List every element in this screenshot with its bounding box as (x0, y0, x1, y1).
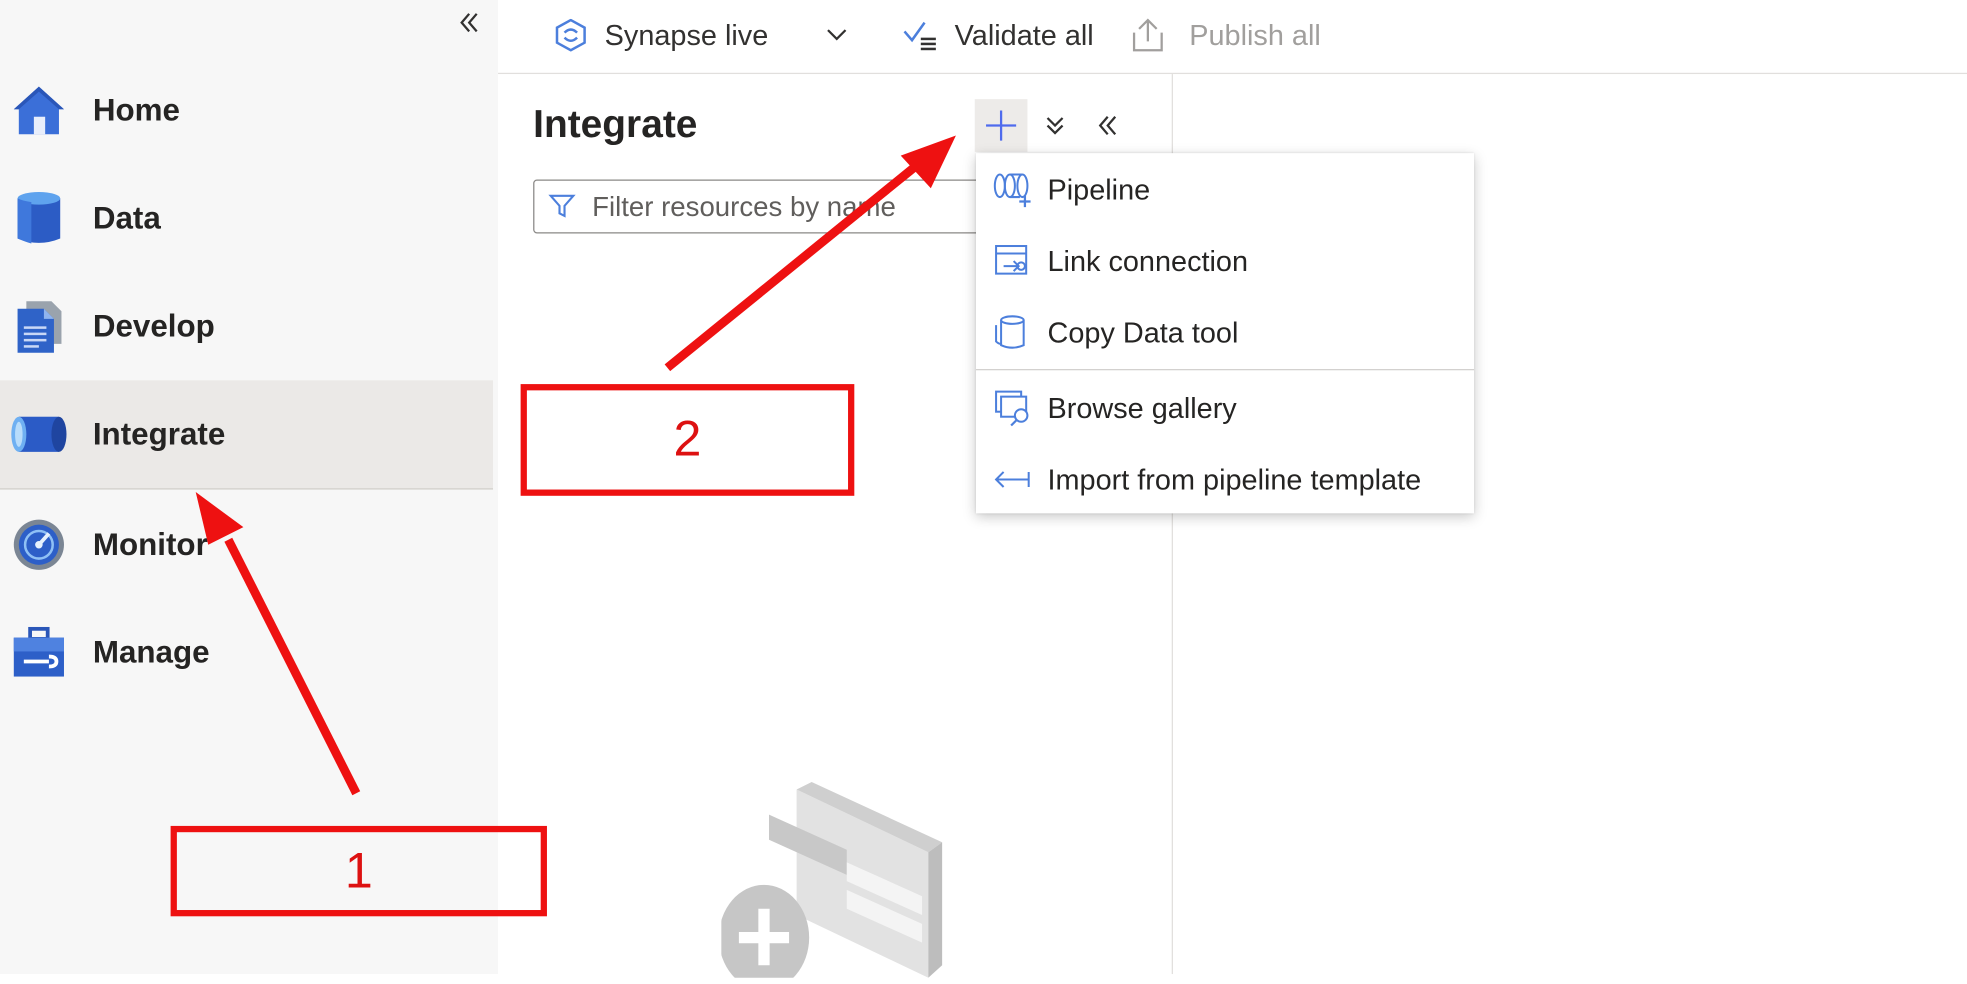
collapse-nav-icon[interactable] (454, 8, 484, 38)
double-chevron-down-icon (1046, 117, 1064, 135)
nav-label-develop: Develop (92, 308, 215, 344)
database-icon (10, 190, 68, 248)
pipeline-icon (991, 168, 1034, 211)
top-toolbar: Synapse live Validate all Publish all (498, 0, 1967, 75)
nav-item-develop[interactable]: Develop (0, 272, 493, 380)
collapse-panel-button[interactable] (1081, 99, 1134, 152)
publish-all-label: Publish all (1189, 18, 1321, 51)
add-new-resource-button[interactable] (974, 99, 1028, 152)
nav-label-home: Home (92, 92, 180, 128)
import-icon (991, 458, 1034, 501)
validate-all-label: Validate all (954, 18, 1094, 51)
nav-label-manage: Manage (92, 634, 210, 670)
filter-box (533, 179, 1010, 234)
menu-label-browse-gallery: Browse gallery (1047, 390, 1237, 424)
link-connection-icon (991, 240, 1034, 283)
publish-all-button[interactable]: Publish all (1132, 0, 1321, 70)
annotation-box-step-1: 1 (170, 825, 547, 917)
publish-upload-icon (1132, 18, 1165, 53)
menu-label-pipeline: Pipeline (1047, 172, 1151, 206)
annotation-number-2: 2 (673, 411, 702, 467)
filter-icon (547, 191, 577, 227)
nav-label-integrate: Integrate (92, 416, 226, 452)
nav-item-home[interactable]: Home (0, 56, 493, 164)
pipe-icon (10, 405, 68, 463)
filter-resources-input[interactable] (589, 188, 997, 225)
chevron-down-icon[interactable] (826, 28, 849, 43)
menu-item-pipeline[interactable]: Pipeline (976, 154, 1474, 224)
branch-label: Synapse live (604, 18, 769, 51)
menu-item-browse-gallery[interactable]: Browse gallery (976, 373, 1474, 443)
expand-all-button[interactable] (1029, 99, 1082, 152)
nav-label-data: Data (92, 200, 161, 236)
plus-icon (986, 110, 1017, 141)
nav-item-monitor[interactable]: Monitor (0, 491, 493, 599)
menu-label-copy-data-tool: Copy Data tool (1047, 315, 1239, 349)
nav-label-monitor: Monitor (92, 526, 208, 562)
nav-item-manage[interactable]: Manage (0, 599, 493, 707)
nav-item-integrate[interactable]: Integrate (0, 380, 494, 490)
home-icon (10, 82, 68, 140)
gallery-icon (991, 387, 1034, 430)
validate-all-button[interactable]: Validate all (902, 0, 1094, 70)
document-icon (10, 297, 68, 355)
annotation-number-1: 1 (344, 842, 373, 899)
menu-divider (976, 369, 1475, 371)
menu-item-copy-data-tool[interactable]: Copy Data tool (976, 297, 1474, 367)
copy-data-icon (991, 311, 1034, 354)
menu-label-import-template: Import from pipeline template (1047, 462, 1422, 496)
panel-title: Integrate (533, 101, 698, 146)
gauge-icon (10, 516, 68, 574)
annotation-box-step-2: 2 (520, 384, 855, 496)
nav-item-data[interactable]: Data (0, 164, 493, 272)
validate-checklist-icon (902, 19, 937, 52)
menu-label-link-connection: Link connection (1047, 244, 1249, 277)
add-resource-menu: Pipeline Link connection Copy Data tool … (976, 153, 1475, 514)
empty-state-illustration (718, 777, 947, 984)
double-chevron-left-icon (1098, 115, 1117, 136)
menu-item-import-template[interactable]: Import from pipeline template (976, 444, 1474, 514)
menu-item-link-connection[interactable]: Link connection (976, 226, 1474, 296)
toolbox-icon (10, 624, 68, 682)
branch-selector[interactable]: Synapse live (554, 0, 848, 70)
synapse-icon (554, 18, 587, 52)
